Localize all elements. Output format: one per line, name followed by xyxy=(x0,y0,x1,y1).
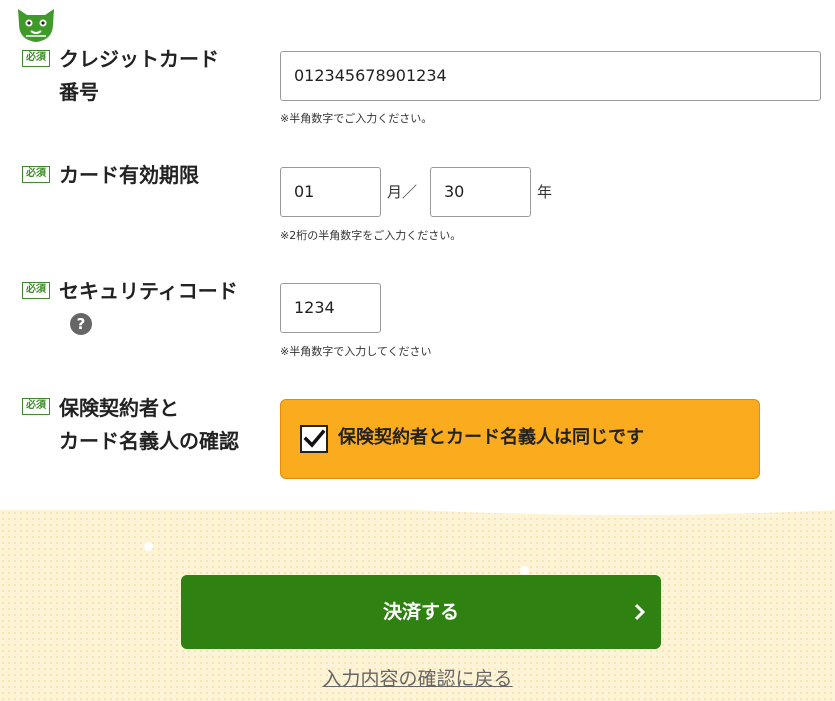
pay-button-label: 決済する xyxy=(382,601,459,623)
year-unit: 年 xyxy=(537,183,553,201)
required-badge: 必須 xyxy=(22,166,50,183)
security-code-input[interactable]: 1234 xyxy=(280,283,381,333)
holder-confirm-box[interactable]: 保険契約者とカード名義人は同じです xyxy=(280,399,760,479)
security-code-label: セキュリティコード xyxy=(59,279,238,303)
required-badge: 必須 xyxy=(22,50,50,67)
security-code-note: ※半角数字で入力してください xyxy=(280,345,432,358)
required-badge: 必須 xyxy=(22,282,50,299)
decor-dot xyxy=(144,542,153,551)
expiry-note: ※2桁の半角数字をご入力ください。 xyxy=(280,229,462,242)
required-badge: 必須 xyxy=(22,398,50,415)
decor-dot xyxy=(520,566,529,575)
expiry-label: カード有効期限 xyxy=(59,163,199,187)
holder-label-line2: カード名義人の確認 xyxy=(59,429,239,453)
holder-checkbox[interactable] xyxy=(300,425,328,453)
holder-label: 保険契約者と カード名義人の確認 xyxy=(59,392,239,458)
help-icon[interactable]: ? xyxy=(70,313,92,335)
expiry-month-input[interactable]: 01 xyxy=(280,167,381,217)
cat-logo-icon xyxy=(18,9,54,42)
card-number-label-line1: クレジットカード xyxy=(59,47,219,71)
holder-label-line1: 保険契約者と xyxy=(59,396,179,420)
checkmark-icon xyxy=(303,429,326,448)
expiry-year-input[interactable]: 30 xyxy=(430,167,531,217)
back-to-confirm-link[interactable]: 入力内容の確認に戻る xyxy=(0,664,835,691)
holder-checkbox-label[interactable]: 保険契約者とカード名義人は同じです xyxy=(338,424,644,452)
card-number-input[interactable]: 012345678901234 xyxy=(280,51,821,101)
card-number-note: ※半角数字でご入力ください。 xyxy=(280,112,433,125)
chevron-right-icon xyxy=(634,603,646,621)
wave-divider xyxy=(0,494,835,515)
card-number-label-line2: 番号 xyxy=(59,80,99,104)
card-number-label: クレジットカード 番号 xyxy=(59,43,219,109)
month-unit: 月／ xyxy=(387,183,418,201)
pay-button[interactable]: 決済する xyxy=(181,575,661,649)
